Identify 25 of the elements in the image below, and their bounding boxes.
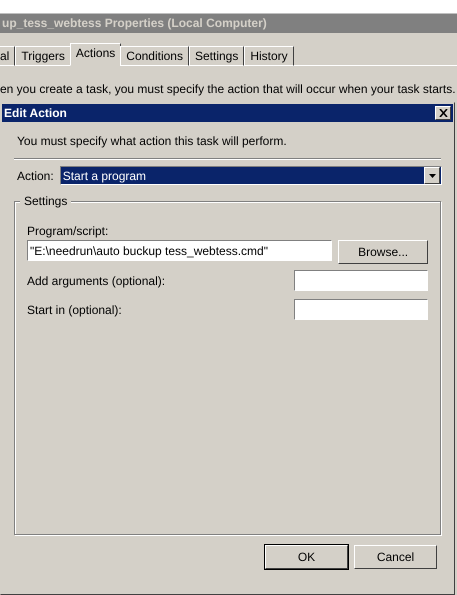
close-button[interactable] [435, 106, 451, 120]
close-icon [438, 109, 448, 117]
dialog-button[interactable]: Cancel [354, 545, 437, 569]
tab[interactable]: Conditions [120, 46, 189, 66]
browse-button[interactable]: Browse... [338, 240, 428, 264]
tab[interactable]: History [244, 46, 294, 66]
window-title: up_tess_webtess Properties (Local Computer) [0, 14, 457, 33]
tab[interactable]: Settings [188, 46, 244, 66]
input-field[interactable] [294, 270, 428, 291]
field-label: Add arguments (optional): [27, 274, 166, 288]
tab[interactable]: Actions [70, 43, 122, 66]
action-dropdown[interactable]: Start a program [60, 166, 442, 185]
action-label: Action: [16, 168, 54, 182]
dialog-button[interactable]: OK [265, 545, 348, 569]
tab[interactable]: Triggers [15, 46, 71, 66]
tab[interactable]: al [0, 46, 16, 66]
program-field[interactable]: "E:\needrun\auto buckup tess_webtess.cmd" [27, 240, 332, 261]
description-text: en you create a task, you must specify the action that will occur when your task starts. [0, 81, 457, 98]
group-label: Settings [20, 194, 72, 208]
field-label: Start in (optional): [27, 302, 122, 316]
dialog-title: Edit Action [4, 106, 67, 120]
input-field[interactable] [294, 299, 428, 320]
instruction-text: You must specify what action this task will perform. [16, 134, 288, 150]
field-label: Program/script: [27, 224, 110, 240]
caret-icon [424, 167, 440, 184]
